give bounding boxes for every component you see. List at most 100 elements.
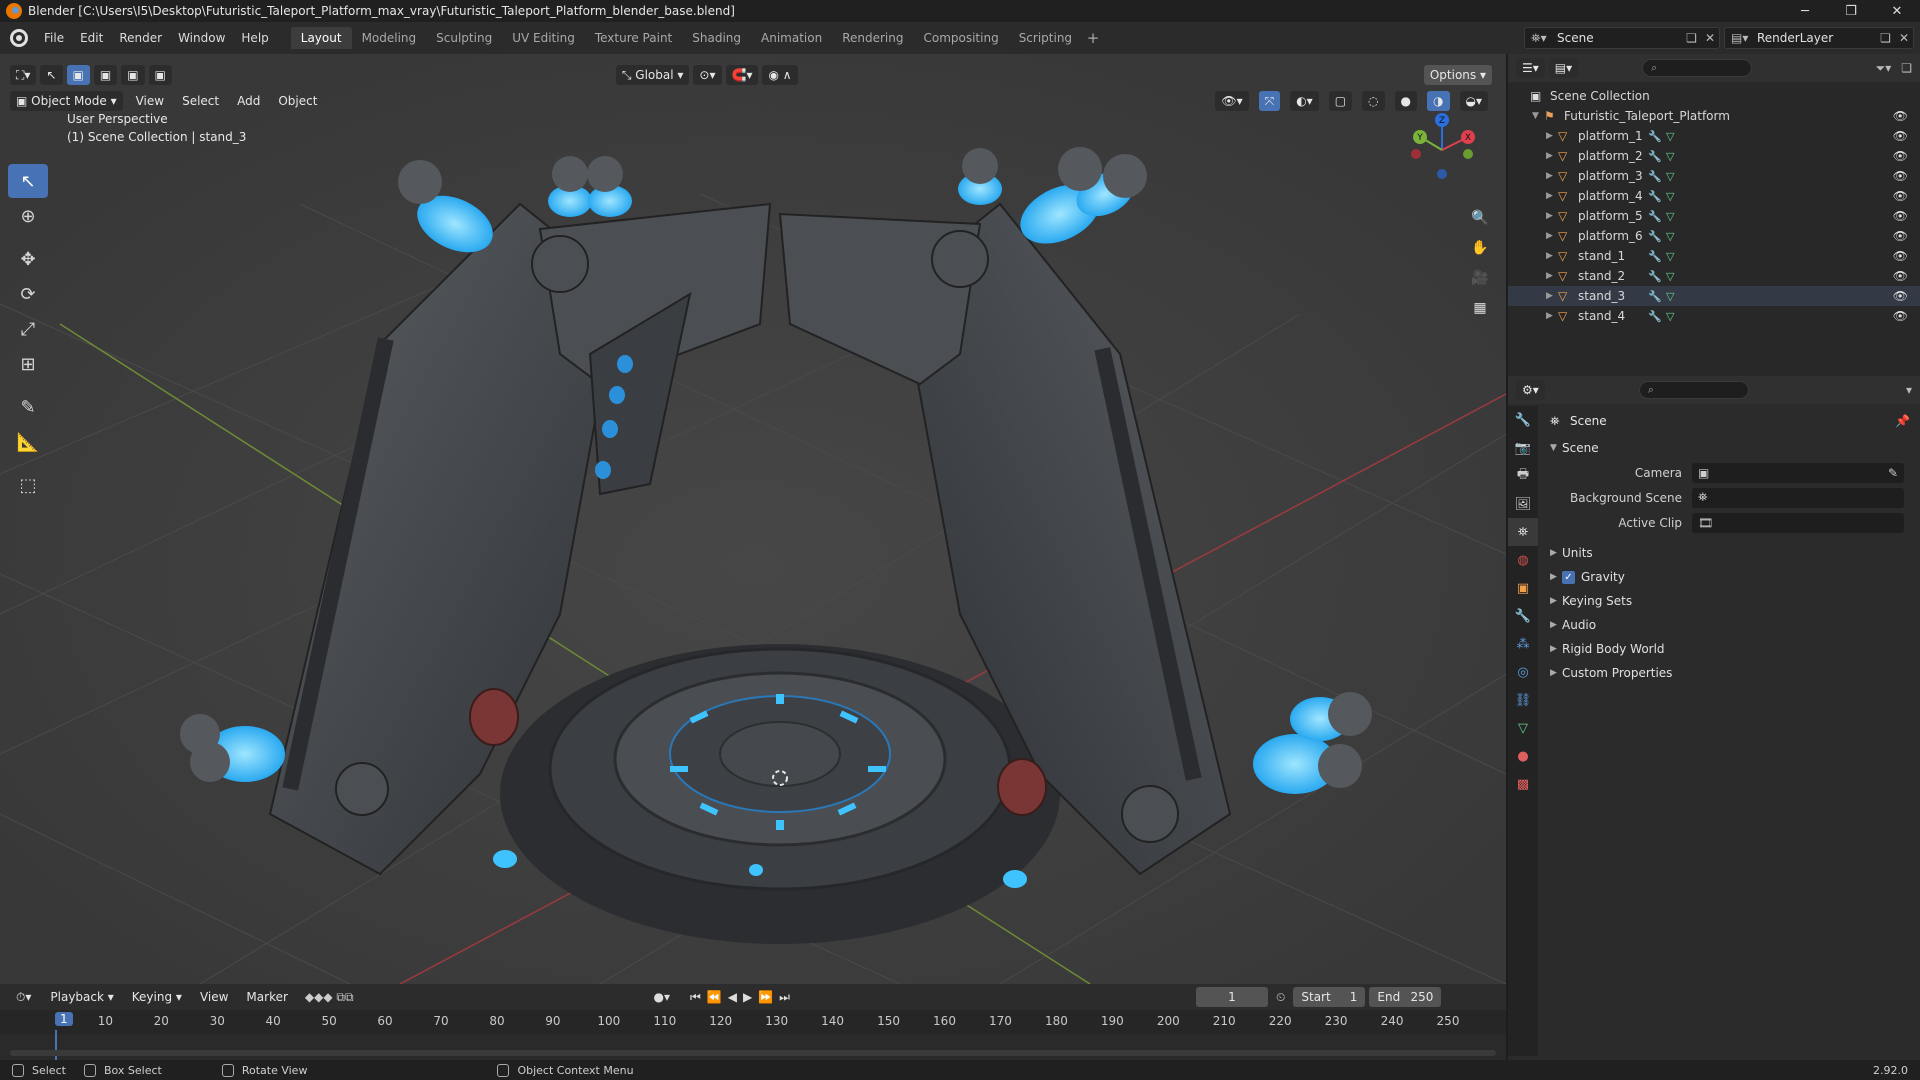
editor-type-icon[interactable]: ⛶▾ xyxy=(10,65,37,85)
visibility-eye-icon[interactable]: 👁 xyxy=(1893,169,1908,183)
select-box-tool-icon[interactable]: ↖ xyxy=(8,164,48,198)
modifier-icon[interactable]: 🔧 xyxy=(1648,250,1666,263)
custom-properties-panel-header[interactable]: ▶ Custom Properties xyxy=(1540,661,1920,685)
outliner-row-object[interactable]: ▶ ▽ platform_5 🔧 ▽ 👁 xyxy=(1508,206,1920,226)
constraints-tab-icon[interactable]: ⛓ xyxy=(1508,686,1538,714)
timeline-menu-playback[interactable]: Playback ▾ xyxy=(41,990,122,1004)
particles-tab-icon[interactable]: ⁂ xyxy=(1508,630,1538,658)
new-collection-icon[interactable]: ❏ xyxy=(1901,61,1912,75)
object-mode-dropdown[interactable]: ▣ Object Mode ▾ xyxy=(10,91,123,111)
menu-help[interactable]: Help xyxy=(233,27,276,49)
scale-tool-icon[interactable]: ⤢ xyxy=(8,312,48,346)
tab-animation[interactable]: Animation xyxy=(751,27,832,49)
texture-tab-icon[interactable]: ▩ xyxy=(1508,770,1538,798)
add-cube-tool-icon[interactable]: ⬚ xyxy=(8,468,48,502)
viewport-menu-object[interactable]: Object xyxy=(269,94,326,108)
solid-shading-icon[interactable]: ● xyxy=(1394,91,1418,111)
outliner-row-object[interactable]: ▶ ▽ stand_3 🔧 ▽ 👁 xyxy=(1508,286,1920,306)
blender-logo-icon[interactable] xyxy=(10,29,28,47)
modifier-icon[interactable]: 🔧 xyxy=(1648,150,1666,163)
modifier-icon[interactable]: 🔧 xyxy=(1648,210,1666,223)
remove-layer-icon[interactable]: ✕ xyxy=(1899,31,1909,45)
mesh-data-icon[interactable]: ▽ xyxy=(1666,290,1684,303)
outliner-row-object[interactable]: ▶ ▽ platform_6 🔧 ▽ 👁 xyxy=(1508,226,1920,246)
mesh-data-icon[interactable]: ▽ xyxy=(1666,270,1684,283)
filter-icon[interactable]: ⏷▾ xyxy=(1876,61,1892,76)
physics-tab-icon[interactable]: ◎ xyxy=(1508,658,1538,686)
viewport-menu-view[interactable]: View xyxy=(127,94,173,108)
expand-triangle-icon[interactable]: ▶ xyxy=(1546,211,1558,221)
visibility-eye-icon[interactable]: 👁 xyxy=(1893,129,1908,143)
expand-triangle-icon[interactable]: ▶ xyxy=(1546,131,1558,141)
proportional-edit-icon[interactable]: ◉ ∧ xyxy=(762,65,798,85)
tab-scripting[interactable]: Scripting xyxy=(1009,27,1082,49)
modifier-tab-icon[interactable]: 🔧 xyxy=(1508,602,1538,630)
rigid-body-world-panel-header[interactable]: ▶ Rigid Body World xyxy=(1540,637,1920,661)
properties-options-icon[interactable]: ▾ xyxy=(1906,383,1912,397)
tab-shading[interactable]: Shading xyxy=(682,27,751,49)
select-tool-icon[interactable]: ↖ xyxy=(40,65,63,85)
tab-rendering[interactable]: Rendering xyxy=(832,27,913,49)
units-panel-header[interactable]: ▶ Units xyxy=(1540,541,1920,565)
outliner-row-object[interactable]: ▶ ▽ platform_1 🔧 ▽ 👁 xyxy=(1508,126,1920,146)
end-frame-field[interactable]: End 250 xyxy=(1369,987,1442,1007)
menu-render[interactable]: Render xyxy=(111,27,170,49)
cursor-tool-icon[interactable]: ⊕ xyxy=(8,199,48,233)
gizmo-toggle-icon[interactable]: ⤧ xyxy=(1258,91,1281,111)
material-tab-icon[interactable]: ● xyxy=(1508,742,1538,770)
playback-controls[interactable]: ⏮⏪◀▶⏩⏭ xyxy=(690,990,796,1005)
visibility-eye-icon[interactable]: 👁 xyxy=(1893,209,1908,223)
data-tab-icon[interactable]: ▽ xyxy=(1508,714,1538,742)
move-tool-icon[interactable]: ✥ xyxy=(8,242,48,276)
auto-keying-icon[interactable]: ●▾ xyxy=(654,990,671,1004)
expand-triangle-icon[interactable]: ▶ xyxy=(1546,151,1558,161)
visibility-eye-icon[interactable]: 👁 xyxy=(1893,229,1908,243)
rotate-tool-icon[interactable]: ⟳ xyxy=(8,277,48,311)
gravity-panel-header[interactable]: ▶ ✓ Gravity xyxy=(1540,565,1920,589)
world-tab-icon[interactable]: ◍ xyxy=(1508,546,1538,574)
tool-tab-icon[interactable]: 🔧 xyxy=(1508,406,1538,434)
camera-field[interactable]: ▣ ✎ xyxy=(1692,462,1904,483)
outliner-row-object[interactable]: ▶ ▽ stand_4 🔧 ▽ 👁 xyxy=(1508,306,1920,326)
expand-triangle-icon[interactable]: ▶ xyxy=(1546,291,1558,301)
pivot-point-icon[interactable]: ⊙▾ xyxy=(693,65,722,85)
visibility-eye-icon[interactable]: 👁 xyxy=(1893,189,1908,203)
close-button[interactable]: ✕ xyxy=(1874,0,1920,22)
options-dropdown[interactable]: Options ▾ xyxy=(1423,65,1492,85)
outliner-row-object[interactable]: ▶ ▽ stand_2 🔧 ▽ 👁 xyxy=(1508,266,1920,286)
new-layer-icon[interactable]: ❏ xyxy=(1880,31,1891,45)
pan-view-icon[interactable]: ✋ xyxy=(1466,234,1494,262)
background-scene-field[interactable]: ⛯ xyxy=(1692,487,1904,508)
display-mode-icon[interactable]: ▤▾ xyxy=(1548,58,1579,78)
new-scene-icon[interactable]: ❏ xyxy=(1686,31,1697,45)
audio-panel-header[interactable]: ▶ Audio xyxy=(1540,613,1920,637)
view-layer-selector[interactable]: ▤▾ RenderLayer ❏ ✕ xyxy=(1724,27,1914,49)
pin-icon[interactable]: 📌 xyxy=(1895,414,1910,428)
visibility-eye-icon[interactable]: 👁 xyxy=(1893,149,1908,163)
tab-modeling[interactable]: Modeling xyxy=(352,27,427,49)
scene-selector[interactable]: ⛯▾ Scene ❏ ✕ xyxy=(1524,27,1720,49)
xray-icon[interactable]: ▢ xyxy=(1328,91,1353,111)
properties-search-input[interactable]: ⌕ xyxy=(1638,381,1749,399)
modifier-icon[interactable]: 🔧 xyxy=(1648,190,1666,203)
select-mode-extend-icon[interactable]: ▣ xyxy=(93,65,118,85)
tab-uv-editing[interactable]: UV Editing xyxy=(502,27,585,49)
visibility-eye-icon[interactable]: 👁 xyxy=(1893,109,1908,123)
outliner-editor-icon[interactable]: ☰▾ xyxy=(1516,58,1545,78)
view-layer-tab-icon[interactable]: 🖼 xyxy=(1508,490,1538,518)
outliner-row-object[interactable]: ▶ ▽ platform_4 🔧 ▽ 👁 xyxy=(1508,186,1920,206)
collapse-triangle-icon[interactable]: ▼ xyxy=(1532,111,1544,121)
transform-orientation-dropdown[interactable]: ⤡ Global ▾ xyxy=(615,65,690,85)
output-tab-icon[interactable]: 🖶 xyxy=(1508,462,1538,490)
outliner-row-object[interactable]: ▶ ▽ platform_3 🔧 ▽ 👁 xyxy=(1508,166,1920,186)
mesh-data-icon[interactable]: ▽ xyxy=(1666,250,1684,263)
camera-view-icon[interactable]: 🎥 xyxy=(1466,264,1494,292)
wireframe-shading-icon[interactable]: ◌ xyxy=(1362,91,1385,111)
maximize-button[interactable]: ❐ xyxy=(1828,0,1874,22)
keying-sets-panel-header[interactable]: ▶ Keying Sets xyxy=(1540,589,1920,613)
modifier-icon[interactable]: 🔧 xyxy=(1648,130,1666,143)
expand-triangle-icon[interactable]: ▶ xyxy=(1546,251,1558,261)
outliner-row-object[interactable]: ▶ ▽ platform_2 🔧 ▽ 👁 xyxy=(1508,146,1920,166)
viewport-menu-add[interactable]: Add xyxy=(228,94,269,108)
timeline-menu-marker[interactable]: Marker xyxy=(237,990,296,1004)
